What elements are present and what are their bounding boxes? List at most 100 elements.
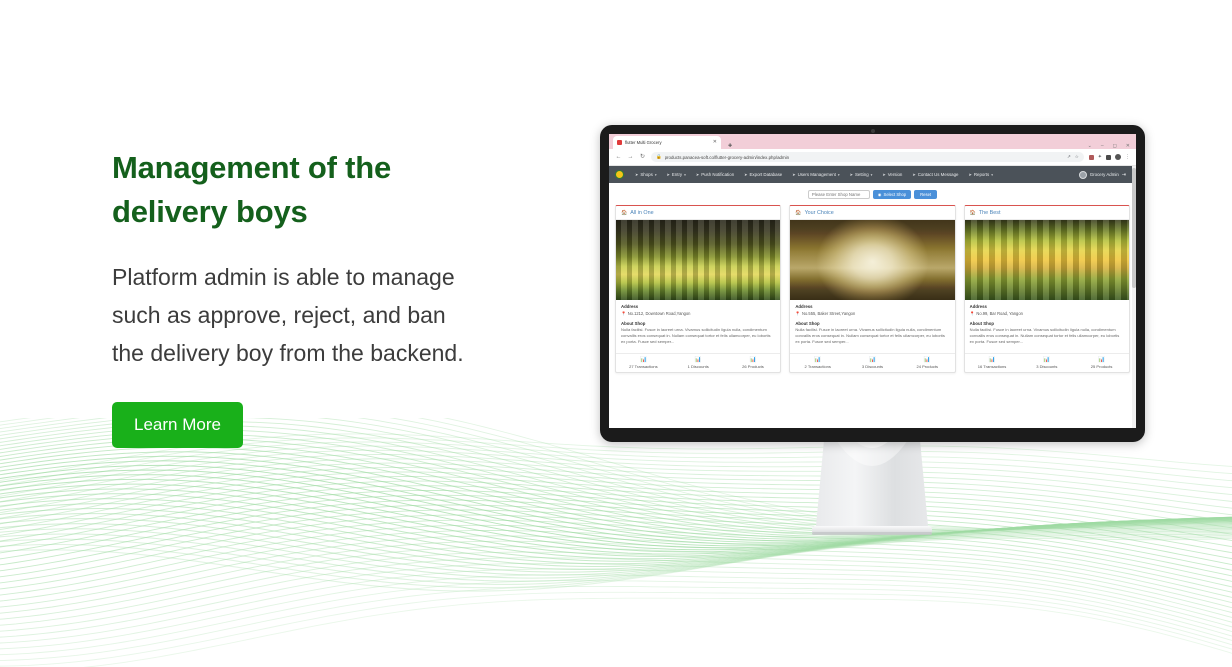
chart-icon: 📊	[639, 356, 647, 363]
about-label: About Shop	[969, 320, 994, 326]
extensions-icon[interactable]: ✦	[1098, 154, 1102, 160]
about-label: About Shop	[621, 320, 646, 326]
close-icon[interactable]: ✕	[1126, 143, 1130, 149]
shop-card[interactable]: 🏠 The Best Address 📍 No.99, Bar Road, Yangon…	[963, 205, 1130, 374]
close-icon[interactable]: ✕	[713, 140, 717, 145]
nav-item-label: Setting	[854, 172, 869, 177]
cast-icon[interactable]	[1106, 154, 1111, 160]
maximize-icon[interactable]: –	[1101, 143, 1104, 149]
nav-item-contact-us-message[interactable]: ➤ Contact Us Message	[907, 172, 963, 177]
select-shop-label: Select Shop	[883, 191, 907, 197]
nav-item-label: Entry	[671, 172, 683, 177]
browser-omnibar: ← → ↻ 🔒 products.panacea-soft.co/flutter…	[609, 149, 1136, 166]
nav-item-push-notification[interactable]: ➤ Push Notification	[691, 172, 739, 177]
shop-photo	[790, 220, 955, 300]
webcam-icon	[870, 129, 875, 133]
reset-button[interactable]: Reset	[914, 189, 938, 199]
logout-icon[interactable]: ⇥	[1122, 172, 1126, 178]
shop-title: All in One	[630, 209, 654, 216]
chart-icon: 📊	[749, 356, 757, 363]
nav-item-users-management[interactable]: ➤ Users Management ▾	[787, 172, 844, 177]
url-text: products.panacea-soft.co/flutter-grocery…	[664, 154, 790, 160]
stat-label: 26 Products	[742, 363, 764, 369]
shop-about: Nulla facilisi. Fusce in laoreet urna. V…	[621, 327, 771, 345]
address-bar[interactable]: 🔒 products.panacea-soft.co/flutter-groce…	[651, 152, 1084, 162]
shop-address: 📍 No.555, Baker Street,Yangon	[795, 311, 949, 317]
grocery-logo-icon[interactable]	[615, 170, 624, 179]
nav-item-shops[interactable]: ➤ Shops ▾	[630, 172, 662, 177]
shop-search-row: ◉ Select Shop Reset	[609, 183, 1136, 205]
admin-user-area: Grocery Admin ⇥	[1078, 170, 1130, 179]
stat-item: 📊 25 Products	[1074, 354, 1129, 372]
profile-icon[interactable]	[1115, 154, 1121, 160]
page-title: Management of the delivery boys	[112, 150, 392, 229]
menu-icon[interactable]: ⋮	[1125, 154, 1130, 160]
shop-card[interactable]: 🏠 All in One Address 📍 No.1212, Downtown Roa…	[615, 205, 782, 374]
nav-item-setting[interactable]: ➤ Setting ▾	[845, 172, 878, 177]
shop-card[interactable]: 🏠 Your Choice Address 📍 No.555, Baker Street…	[789, 205, 956, 374]
map-pin-icon: 📍	[621, 310, 627, 316]
shop-cards: 🏠 All in One Address 📍 No.1212, Downtown Roa…	[609, 205, 1136, 374]
nav-item-entry[interactable]: ➤ Entry ▾	[662, 172, 691, 177]
home-icon: 🏠	[621, 209, 628, 216]
page-scrollbar[interactable]	[1132, 166, 1136, 428]
caret-right-icon: ➤	[695, 172, 700, 177]
card-header: 🏠 Your Choice	[790, 206, 955, 220]
chart-icon: 📊	[694, 356, 702, 363]
admin-navbar: ➤ Shops ▾ ➤ Entry ▾ ➤ Push Notification ➤ Export …	[609, 166, 1136, 183]
address-label: Address	[621, 304, 639, 309]
shop-address-text: No.555, Baker Street,Yangon	[802, 310, 856, 316]
shop-title: Your Choice	[804, 209, 834, 216]
caret-right-icon: ➤	[666, 172, 670, 177]
scrollbar-thumb[interactable]	[1132, 168, 1136, 288]
chart-icon: 📊	[869, 356, 876, 363]
shop-name-input[interactable]	[807, 189, 870, 199]
caret-right-icon: ➤	[744, 172, 748, 177]
card-body: Address 📍 No.555, Baker Street,Yangon About…	[790, 300, 954, 349]
reload-icon[interactable]: ↻	[639, 154, 646, 160]
caret-right-icon: ➤	[882, 172, 886, 177]
shop-photo	[616, 220, 781, 300]
caret-right-icon: ➤	[912, 172, 916, 177]
decorative-wave-background	[0, 418, 1232, 667]
minimize-icon[interactable]: ⌄	[1088, 143, 1092, 149]
shop-address-text: No.99, Bar Road, Yangon	[976, 310, 1023, 316]
nav-item-label: Reports	[973, 172, 990, 177]
shop-address: 📍 No.1212, Downtown Road,Yangon	[621, 311, 775, 317]
restore-icon[interactable]: ◻	[1113, 143, 1117, 149]
search-icon: ◉	[877, 191, 882, 197]
monitor-stand	[812, 440, 932, 535]
shop-address: 📍 No.99, Bar Road, Yangon	[970, 311, 1124, 317]
select-shop-button[interactable]: ◉ Select Shop	[872, 189, 912, 199]
card-stats: 📊 16 Transactions 📊 3 Discounts 📊 25 Products	[964, 352, 1129, 372]
chevron-down-icon: ▾	[654, 172, 657, 177]
stat-label: 1 Discounts	[687, 363, 709, 369]
monitor: flutter Multi Grocery ✕ ✚ ⌄ – ◻ ✕ ← → ↻ …	[600, 125, 1145, 442]
chart-icon: 📊	[923, 356, 931, 363]
shop-photo	[964, 220, 1129, 300]
caret-right-icon: ➤	[968, 172, 972, 177]
browser-tab[interactable]: flutter Multi Grocery ✕	[613, 136, 721, 149]
chart-icon: 📊	[814, 356, 822, 363]
extension-icon[interactable]	[1088, 154, 1094, 160]
shop-title: The Best	[978, 209, 1001, 216]
nav-item-reports[interactable]: ➤ Reports ▾	[963, 172, 997, 177]
stat-item: 📊 1 Discounts	[671, 354, 726, 372]
learn-more-button[interactable]: Learn More	[112, 402, 243, 448]
forward-icon[interactable]: →	[627, 154, 634, 160]
caret-right-icon: ➤	[635, 172, 639, 177]
chevron-down-icon: ▾	[870, 172, 873, 177]
about-label: About Shop	[795, 320, 820, 326]
nav-item-version[interactable]: ➤ Version	[877, 172, 907, 177]
back-icon[interactable]: ←	[615, 154, 622, 160]
card-header: 🏠 All in One	[616, 206, 781, 220]
new-tab-icon[interactable]: ✚	[728, 144, 732, 149]
chart-icon: 📊	[1098, 356, 1106, 363]
card-stats: 📊 27 Transactions 📊 1 Discounts 📊 26 Products	[616, 352, 781, 372]
share-icon[interactable]: ↗	[1067, 154, 1071, 160]
star-icon[interactable]: ☆	[1075, 154, 1079, 160]
nav-item-label: Users Management	[797, 172, 836, 177]
nav-item-export-database[interactable]: ➤ Export Database	[739, 172, 787, 177]
map-pin-icon: 📍	[969, 310, 975, 316]
hero-description: Platform admin is able to manage such as…	[112, 264, 464, 366]
